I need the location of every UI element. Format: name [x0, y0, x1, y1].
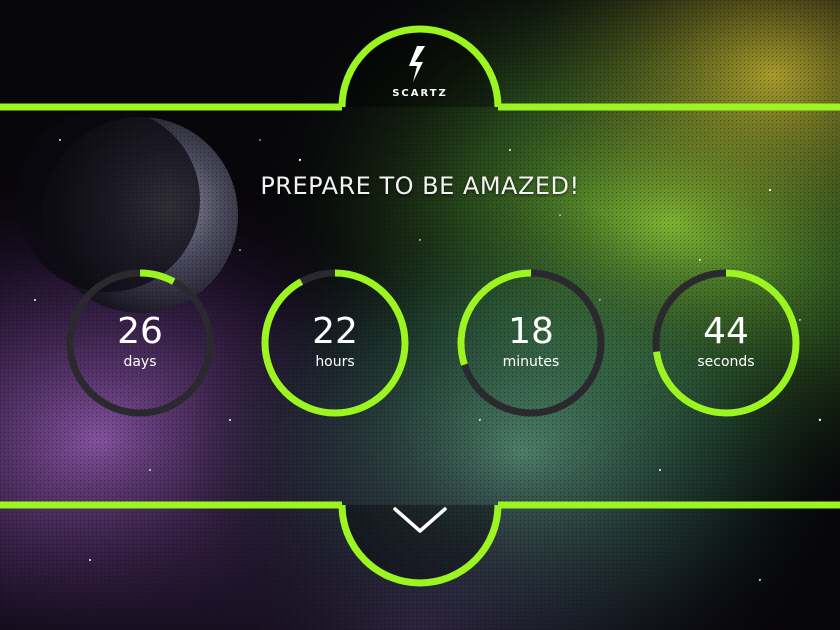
page-headline: PREPARE TO BE AMAZED!: [260, 172, 580, 200]
countdown-days-value: 26: [117, 311, 163, 352]
countdown-minutes-label: minutes: [502, 354, 560, 370]
countdown-days: 26 days: [65, 268, 215, 418]
countdown-hours-label: hours: [315, 354, 355, 370]
countdown-seconds-value: 44: [703, 311, 749, 352]
countdown-seconds-label: seconds: [697, 354, 755, 370]
brand-name: SCARTZ: [392, 88, 448, 99]
lightning-bolt-icon: [409, 46, 425, 82]
countdown-hours: 22 hours: [260, 268, 410, 418]
countdown-minutes-value: 18: [508, 311, 554, 352]
scroll-down-button[interactable]: [385, 493, 455, 543]
brand-logo[interactable]: SCARTZ: [370, 44, 470, 114]
countdown-seconds: 44 seconds: [651, 268, 801, 418]
chevron-down-icon: [393, 507, 447, 533]
countdown-days-label: days: [123, 354, 157, 370]
countdown-hours-value: 22: [312, 311, 358, 352]
countdown-minutes: 18 minutes: [456, 268, 606, 418]
